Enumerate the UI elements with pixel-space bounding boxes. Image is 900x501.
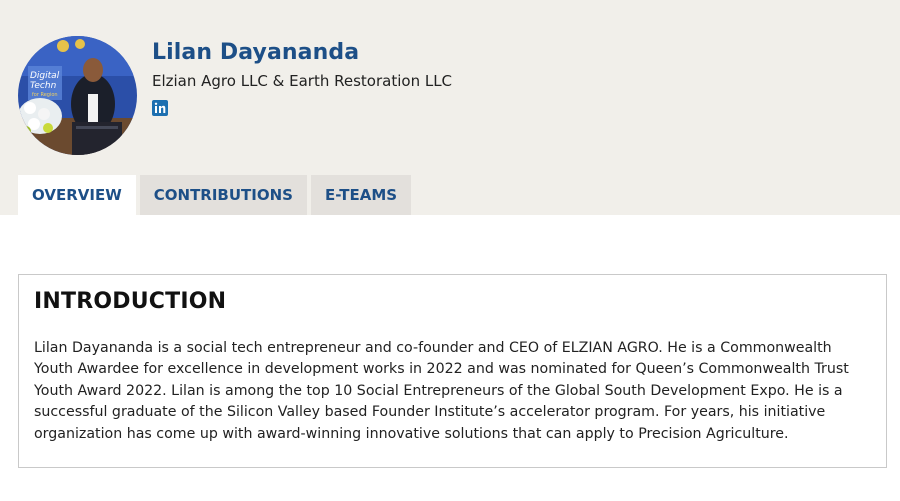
profile-tabs: OVERVIEW CONTRIBUTIONS E-TEAMS xyxy=(18,175,412,215)
svg-text:for Region: for Region xyxy=(32,92,58,98)
profile-name: Lilan Dayananda xyxy=(152,40,360,65)
avatar: Digital Techn for Region xyxy=(18,36,137,155)
profile-company: Elzian Agro LLC & Earth Restoration LLC xyxy=(152,72,453,90)
tab-e-teams[interactable]: E-TEAMS xyxy=(310,175,412,215)
tab-contributions[interactable]: CONTRIBUTIONS xyxy=(139,175,307,215)
svg-text:Techn: Techn xyxy=(30,81,57,91)
linkedin-icon[interactable] xyxy=(152,100,168,116)
introduction-card: INTRODUCTION Lilan Dayananda is a social… xyxy=(18,274,887,468)
profile-header: Digital Techn for Region Lilan Dayananda… xyxy=(0,0,900,215)
svg-text:Digital: Digital xyxy=(30,71,60,81)
introduction-body: Lilan Dayananda is a social tech entrepr… xyxy=(34,340,849,442)
tab-overview[interactable]: OVERVIEW xyxy=(18,175,136,215)
avatar-photo: Digital Techn for Region xyxy=(18,36,137,155)
introduction-heading: INTRODUCTION xyxy=(34,289,227,314)
